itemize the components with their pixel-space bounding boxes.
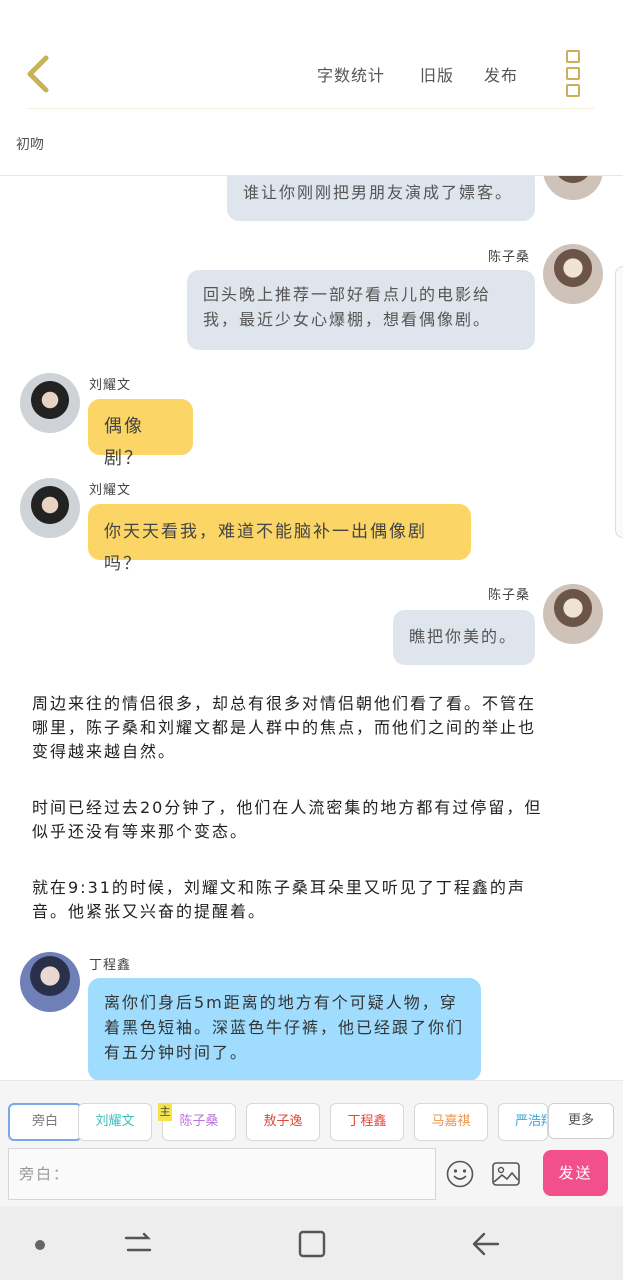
speaker-name: 刘耀文 [89, 483, 132, 498]
avatar[interactable] [20, 478, 80, 538]
avatar[interactable] [543, 244, 603, 304]
narration-text[interactable]: 周边来往的情侣很多，却总有很多对情侣朝他们看了看。不管在哪里，陈子桑和刘耀文都是… [32, 692, 552, 764]
header-underline [28, 108, 594, 109]
speaker-name: 陈子桑 [488, 588, 531, 603]
speaker-name: 陈子桑 [488, 250, 531, 265]
message-bubble[interactable]: 你天天看我，难道不能脑补一出偶像剧吗？ [88, 504, 471, 574]
role-chip-narrator[interactable]: 旁白 [8, 1103, 82, 1141]
speaker-name: 刘耀文 [89, 378, 132, 393]
message-bubble[interactable]: 瞧把你美的。 [393, 610, 535, 665]
message-bubble[interactable]: 回头晚上推荐一部好看点儿的电影给我，最近少女心爆棚，想看偶像剧。 [187, 270, 535, 350]
draft-title: 初吻 [16, 137, 44, 153]
scrollbar[interactable] [615, 266, 623, 538]
emoji-button[interactable] [446, 1160, 474, 1188]
more-roles-button[interactable]: 更多 [548, 1103, 614, 1139]
message-bubble[interactable]: 离你们身后5m距离的地方有个可疑人物，穿着黑色短袖。深蓝色牛仔裤，他已经跟了你们… [88, 978, 481, 1080]
back-nav-icon[interactable] [466, 1228, 506, 1260]
avatar[interactable] [20, 373, 80, 433]
old-version-button[interactable]: 旧版 [420, 62, 454, 86]
role-chip-ma-jiaqi[interactable]: 马嘉祺 [414, 1103, 488, 1141]
system-nav-bar [0, 1206, 623, 1280]
role-chip-liu-yaowen[interactable]: 刘耀文 [78, 1103, 152, 1141]
role-label: 丁程鑫 [347, 1114, 387, 1129]
speaker-name: 丁程鑫 [89, 958, 132, 973]
input-bar: 发送 [0, 1142, 623, 1206]
role-chip-ding-chengxin[interactable]: 丁程鑫 [330, 1103, 404, 1141]
recent-apps-icon[interactable] [118, 1228, 158, 1260]
word-count-button[interactable]: 字数统计 [317, 62, 385, 86]
role-label: 马嘉祺 [431, 1114, 471, 1129]
menu-dot-icon [566, 50, 580, 63]
back-button[interactable] [20, 52, 60, 96]
role-chip-ao-ziyi[interactable]: 敖子逸 [246, 1103, 320, 1141]
chat-area[interactable]: 谁让你刚刚把男朋友演成了嫖客。 陈子桑 回头晚上推荐一部好看点儿的电影给我，最近… [0, 176, 623, 1080]
main-character-badge: 主 [158, 1103, 172, 1121]
home-icon[interactable] [292, 1228, 332, 1260]
narration-text[interactable]: 时间已经过去20分钟了，他们在人流密集的地方都有过停留，但似乎还没有等来那个变态… [32, 796, 552, 844]
avatar[interactable] [20, 952, 80, 1012]
image-icon [492, 1162, 520, 1186]
message-bubble[interactable]: 偶像剧？ [88, 399, 193, 469]
menu-dot-icon [566, 67, 580, 80]
message-bubble[interactable]: 谁让你刚刚把男朋友演成了嫖客。 [227, 176, 535, 221]
role-label: 敖子逸 [263, 1114, 303, 1129]
role-label: 严浩翔 [515, 1114, 547, 1129]
publish-button[interactable]: 发布 [484, 62, 518, 86]
send-button[interactable]: 发送 [543, 1150, 608, 1196]
avatar[interactable] [543, 176, 603, 200]
role-chip-chen-zisang[interactable]: 陈子桑 [162, 1103, 236, 1141]
more-options-button[interactable] [562, 50, 584, 98]
narration-text[interactable]: 就在9:31的时候，刘耀文和陈子桑耳朵里又听见了丁程鑫的声音。他紧张又兴奋的提醒… [32, 876, 552, 924]
smiley-icon [446, 1160, 474, 1188]
role-label: 旁白 [31, 1114, 58, 1129]
role-label: 刘耀文 [95, 1114, 135, 1129]
top-header: 字数统计 旧版 发布 初吻 [0, 0, 623, 175]
menu-dot-icon [566, 84, 580, 97]
role-chip-yan-haoxiang[interactable]: 严浩翔 [498, 1103, 548, 1141]
role-label: 陈子桑 [179, 1114, 219, 1129]
image-button[interactable] [491, 1160, 521, 1188]
avatar[interactable] [543, 584, 603, 644]
role-selector-bar: 旁白 刘耀文 陈子桑 主 敖子逸 丁程鑫 马嘉祺 严浩翔 更多 [0, 1080, 623, 1143]
nav-dot-icon[interactable] [35, 1240, 45, 1250]
chevron-left-icon [27, 55, 49, 93]
message-input[interactable] [8, 1148, 436, 1200]
